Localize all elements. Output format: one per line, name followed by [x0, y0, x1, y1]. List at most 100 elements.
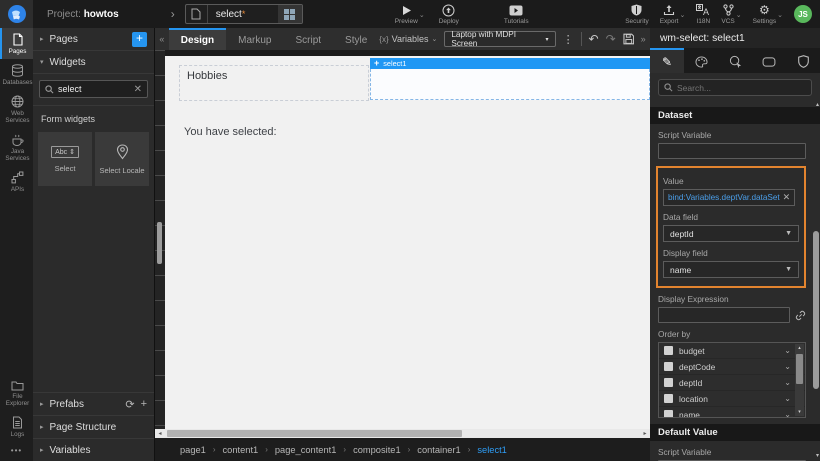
checkbox[interactable]: [664, 378, 673, 387]
settings-button[interactable]: ⚙ Settings: [753, 4, 777, 25]
select1-widget[interactable]: + select1: [370, 58, 650, 100]
clear-search-icon[interactable]: ✕: [134, 84, 142, 95]
breadcrumb-page1[interactable]: page1: [180, 445, 206, 455]
rail-item-file-explorer[interactable]: File Explorer: [0, 375, 33, 411]
refresh-prefabs-icon[interactable]: ⟳: [125, 398, 134, 411]
tab-script[interactable]: Script: [283, 28, 333, 50]
scroll-down-arrow-icon[interactable]: ▾: [798, 408, 801, 416]
canvas-more-menu-icon[interactable]: ⋮: [563, 33, 574, 46]
move-handle-icon[interactable]: +: [374, 59, 379, 68]
checkbox[interactable]: [664, 410, 673, 418]
chevron-down-icon[interactable]: ⌄: [784, 378, 791, 387]
collapse-right-panel-icon[interactable]: »: [636, 28, 650, 50]
tab-device[interactable]: [752, 48, 786, 73]
scroll-up-arrow-icon[interactable]: ▴: [816, 101, 819, 108]
tab-style[interactable]: Style: [333, 28, 379, 50]
active-page-tab[interactable]: select*: [185, 4, 303, 24]
scroll-down-arrow-icon[interactable]: ▾: [816, 452, 819, 459]
rail-item-java-services[interactable]: Java Services: [0, 128, 33, 166]
tab-styles[interactable]: [684, 48, 718, 73]
chevron-down-icon[interactable]: ⌄: [784, 410, 791, 418]
wavemaker-logo[interactable]: [0, 0, 33, 28]
canvas-horizontal-scrollbar[interactable]: ◂ ▸: [155, 429, 650, 438]
rail-item-apis[interactable]: APIs: [0, 166, 33, 197]
order-by-option-name[interactable]: name ⌄: [659, 407, 805, 418]
display-field-select[interactable]: name ▼: [663, 261, 799, 278]
page-canvas[interactable]: Hobbies + select1 You have selected:: [165, 56, 650, 429]
i18n-button[interactable]: A I18N: [696, 4, 710, 25]
vcs-button[interactable]: VCS: [721, 4, 734, 25]
preview-button[interactable]: Preview: [395, 4, 418, 25]
breadcrumb-content1[interactable]: content1: [223, 445, 259, 455]
export-caret-icon[interactable]: ⌄: [680, 11, 686, 25]
rail-item-logs[interactable]: Logs: [0, 411, 33, 442]
widget-tile-select[interactable]: Abc ⇕ Select: [38, 132, 92, 186]
device-selector[interactable]: Laptop with MDPI Screen ▾: [444, 31, 555, 47]
pages-expander-icon[interactable]: ▸: [40, 35, 44, 43]
rail-item-web-services[interactable]: Web Services: [0, 90, 33, 128]
checkbox[interactable]: [664, 394, 673, 403]
order-by-option-deptcode[interactable]: deptCode ⌄: [659, 359, 805, 375]
order-by-scroll-thumb[interactable]: [796, 354, 803, 384]
chevron-down-icon[interactable]: ⌄: [784, 362, 791, 371]
horizontal-scroll-thumb[interactable]: [167, 430, 462, 437]
add-page-button[interactable]: +: [132, 32, 147, 47]
widget-tile-select-locale[interactable]: Select Locale: [95, 132, 149, 186]
rail-item-pages[interactable]: Pages: [0, 28, 33, 59]
chevron-down-icon[interactable]: ⌄: [784, 346, 791, 355]
variables-dropdown[interactable]: {x} Variables ⌄: [379, 34, 437, 44]
script-variable-input[interactable]: [658, 143, 806, 159]
tab-markup[interactable]: Markup: [226, 28, 283, 50]
scroll-left-arrow-icon[interactable]: ◂: [155, 429, 165, 438]
vcs-caret-icon[interactable]: ⌄: [736, 11, 742, 25]
user-avatar[interactable]: JS: [794, 5, 812, 23]
export-button[interactable]: Export: [660, 4, 679, 25]
scroll-up-arrow-icon[interactable]: ▴: [798, 344, 801, 352]
page-structure-section-header[interactable]: ▸ Page Structure: [33, 415, 154, 438]
properties-scrollbar[interactable]: ▴ ▾: [811, 101, 820, 461]
checkbox[interactable]: [664, 362, 673, 371]
tutorials-button[interactable]: Tutorials: [504, 4, 529, 25]
canvas-vertical-scrollbar-thumb[interactable]: [157, 222, 162, 264]
rail-overflow-icon[interactable]: •••: [0, 442, 33, 461]
label-widget-hobbies[interactable]: Hobbies: [179, 65, 369, 101]
breadcrumb-container1[interactable]: container1: [417, 445, 460, 455]
horizontal-scroll-track[interactable]: [165, 429, 640, 438]
preview-caret-icon[interactable]: ⌄: [419, 11, 425, 25]
prefabs-section-header[interactable]: ▸ Prefabs ⟳ +: [33, 392, 154, 415]
variables-expander-icon[interactable]: ▸: [40, 446, 44, 454]
deploy-button[interactable]: Deploy: [439, 4, 459, 25]
widgets-expander-icon[interactable]: ▾: [40, 58, 44, 66]
tab-security[interactable]: [786, 48, 820, 73]
redo-icon[interactable]: ↷: [606, 33, 616, 45]
security-button[interactable]: Security: [625, 4, 648, 25]
tab-properties[interactable]: ✎: [650, 48, 684, 73]
rail-item-databases[interactable]: Databases: [0, 59, 33, 90]
display-expression-input[interactable]: [658, 307, 790, 323]
order-by-option-deptid[interactable]: deptId ⌄: [659, 375, 805, 391]
widget-search-input[interactable]: [58, 84, 130, 94]
order-by-option-location[interactable]: location ⌄: [659, 391, 805, 407]
tab-events[interactable]: [718, 48, 752, 73]
value-binding-input[interactable]: bind:Variables.deptVar.dataSet ✕: [663, 189, 795, 206]
order-by-scrollbar[interactable]: ▴ ▾: [795, 344, 804, 416]
tab-design[interactable]: Design: [169, 28, 226, 50]
variables-section-header[interactable]: ▸ Variables: [33, 438, 154, 461]
clear-binding-icon[interactable]: ✕: [783, 192, 791, 203]
collapse-left-panel-icon[interactable]: «: [155, 28, 169, 50]
chevron-down-icon[interactable]: ⌄: [784, 394, 791, 403]
widget-search-box[interactable]: ✕: [39, 80, 148, 98]
select1-selection-bar[interactable]: + select1: [370, 58, 650, 69]
widgets-section-header[interactable]: ▾ Widgets: [33, 51, 154, 74]
page-switcher-grid-icon[interactable]: [278, 5, 302, 23]
scroll-right-arrow-icon[interactable]: ▸: [640, 429, 650, 438]
properties-scroll-thumb[interactable]: [813, 231, 819, 389]
properties-search-input[interactable]: [677, 83, 806, 93]
undo-icon[interactable]: ↶: [589, 33, 599, 45]
bind-link-icon[interactable]: [795, 310, 806, 321]
breadcrumb-select1[interactable]: select1: [477, 445, 506, 455]
select1-input-area[interactable]: [370, 69, 650, 100]
add-prefab-icon[interactable]: +: [141, 398, 147, 410]
prefabs-expander-icon[interactable]: ▸: [40, 400, 44, 408]
settings-caret-icon[interactable]: ⌄: [777, 11, 783, 25]
